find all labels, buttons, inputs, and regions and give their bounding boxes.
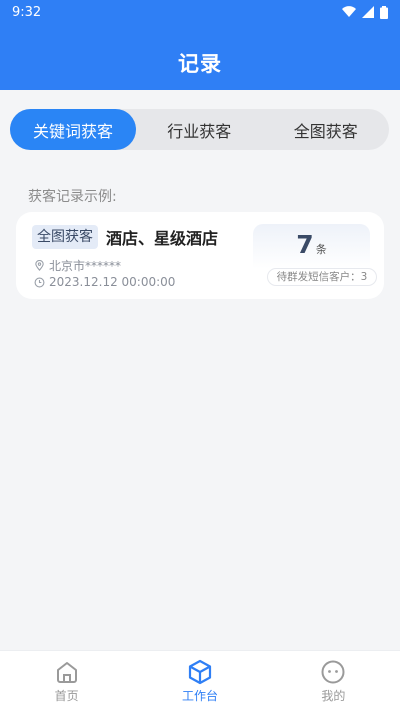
nav-profile[interactable]: 我的 — [267, 651, 400, 712]
record-location-text: 北京市****** — [49, 259, 122, 273]
clock-icon — [34, 277, 45, 287]
record-card[interactable]: 全图获客 酒店、星级酒店 北京市****** 2023.12.12 00:00:… — [16, 212, 384, 299]
status-icons — [342, 5, 388, 19]
record-datetime: 2023.12.12 00:00:00 — [34, 275, 175, 289]
record-count-number: 7 — [296, 230, 314, 259]
location-pin-icon — [35, 260, 44, 271]
battery-icon — [380, 5, 388, 19]
header: 9:32 记录 — [0, 0, 400, 90]
tab-keyword[interactable]: 关键词获客 — [10, 109, 136, 150]
cube-icon — [188, 659, 212, 685]
nav-home[interactable]: 首页 — [0, 651, 133, 712]
nav-workbench[interactable]: 工作台 — [133, 651, 266, 712]
record-count-unit: 条 — [315, 243, 327, 256]
tab-map[interactable]: 全图获客 — [263, 109, 390, 150]
tab-industry[interactable]: 行业获客 — [136, 109, 263, 150]
record-tag: 全图获客 — [32, 225, 98, 249]
page-title: 记录 — [178, 52, 222, 76]
pending-sms-label: 待群发短信客户：3 — [267, 268, 377, 286]
home-icon — [56, 662, 77, 683]
bottom-nav: 首页 工作台 我的 — [0, 650, 400, 712]
record-title: 酒店、星级酒店 — [106, 229, 219, 248]
record-count: 7条 — [253, 230, 370, 259]
nav-profile-label: 我的 — [321, 689, 346, 703]
status-time: 9:32 — [12, 4, 42, 20]
signal-icon — [362, 6, 374, 18]
record-datetime-text: 2023.12.12 00:00:00 — [49, 275, 176, 289]
status-bar: 9:32 — [0, 0, 400, 24]
record-title-row: 全图获客 酒店、星级酒店 — [32, 225, 218, 249]
nav-workbench-label: 工作台 — [181, 689, 218, 703]
tab-bar: 关键词获客 行业获客 全图获客 — [10, 109, 389, 150]
wifi-icon — [342, 6, 356, 18]
profile-icon — [321, 660, 345, 684]
nav-home-label: 首页 — [54, 689, 79, 703]
record-count-box: 7条 待群发短信客户：3 — [253, 224, 377, 288]
record-location: 北京市****** — [34, 257, 121, 274]
section-label: 获客记录示例: — [28, 189, 117, 205]
